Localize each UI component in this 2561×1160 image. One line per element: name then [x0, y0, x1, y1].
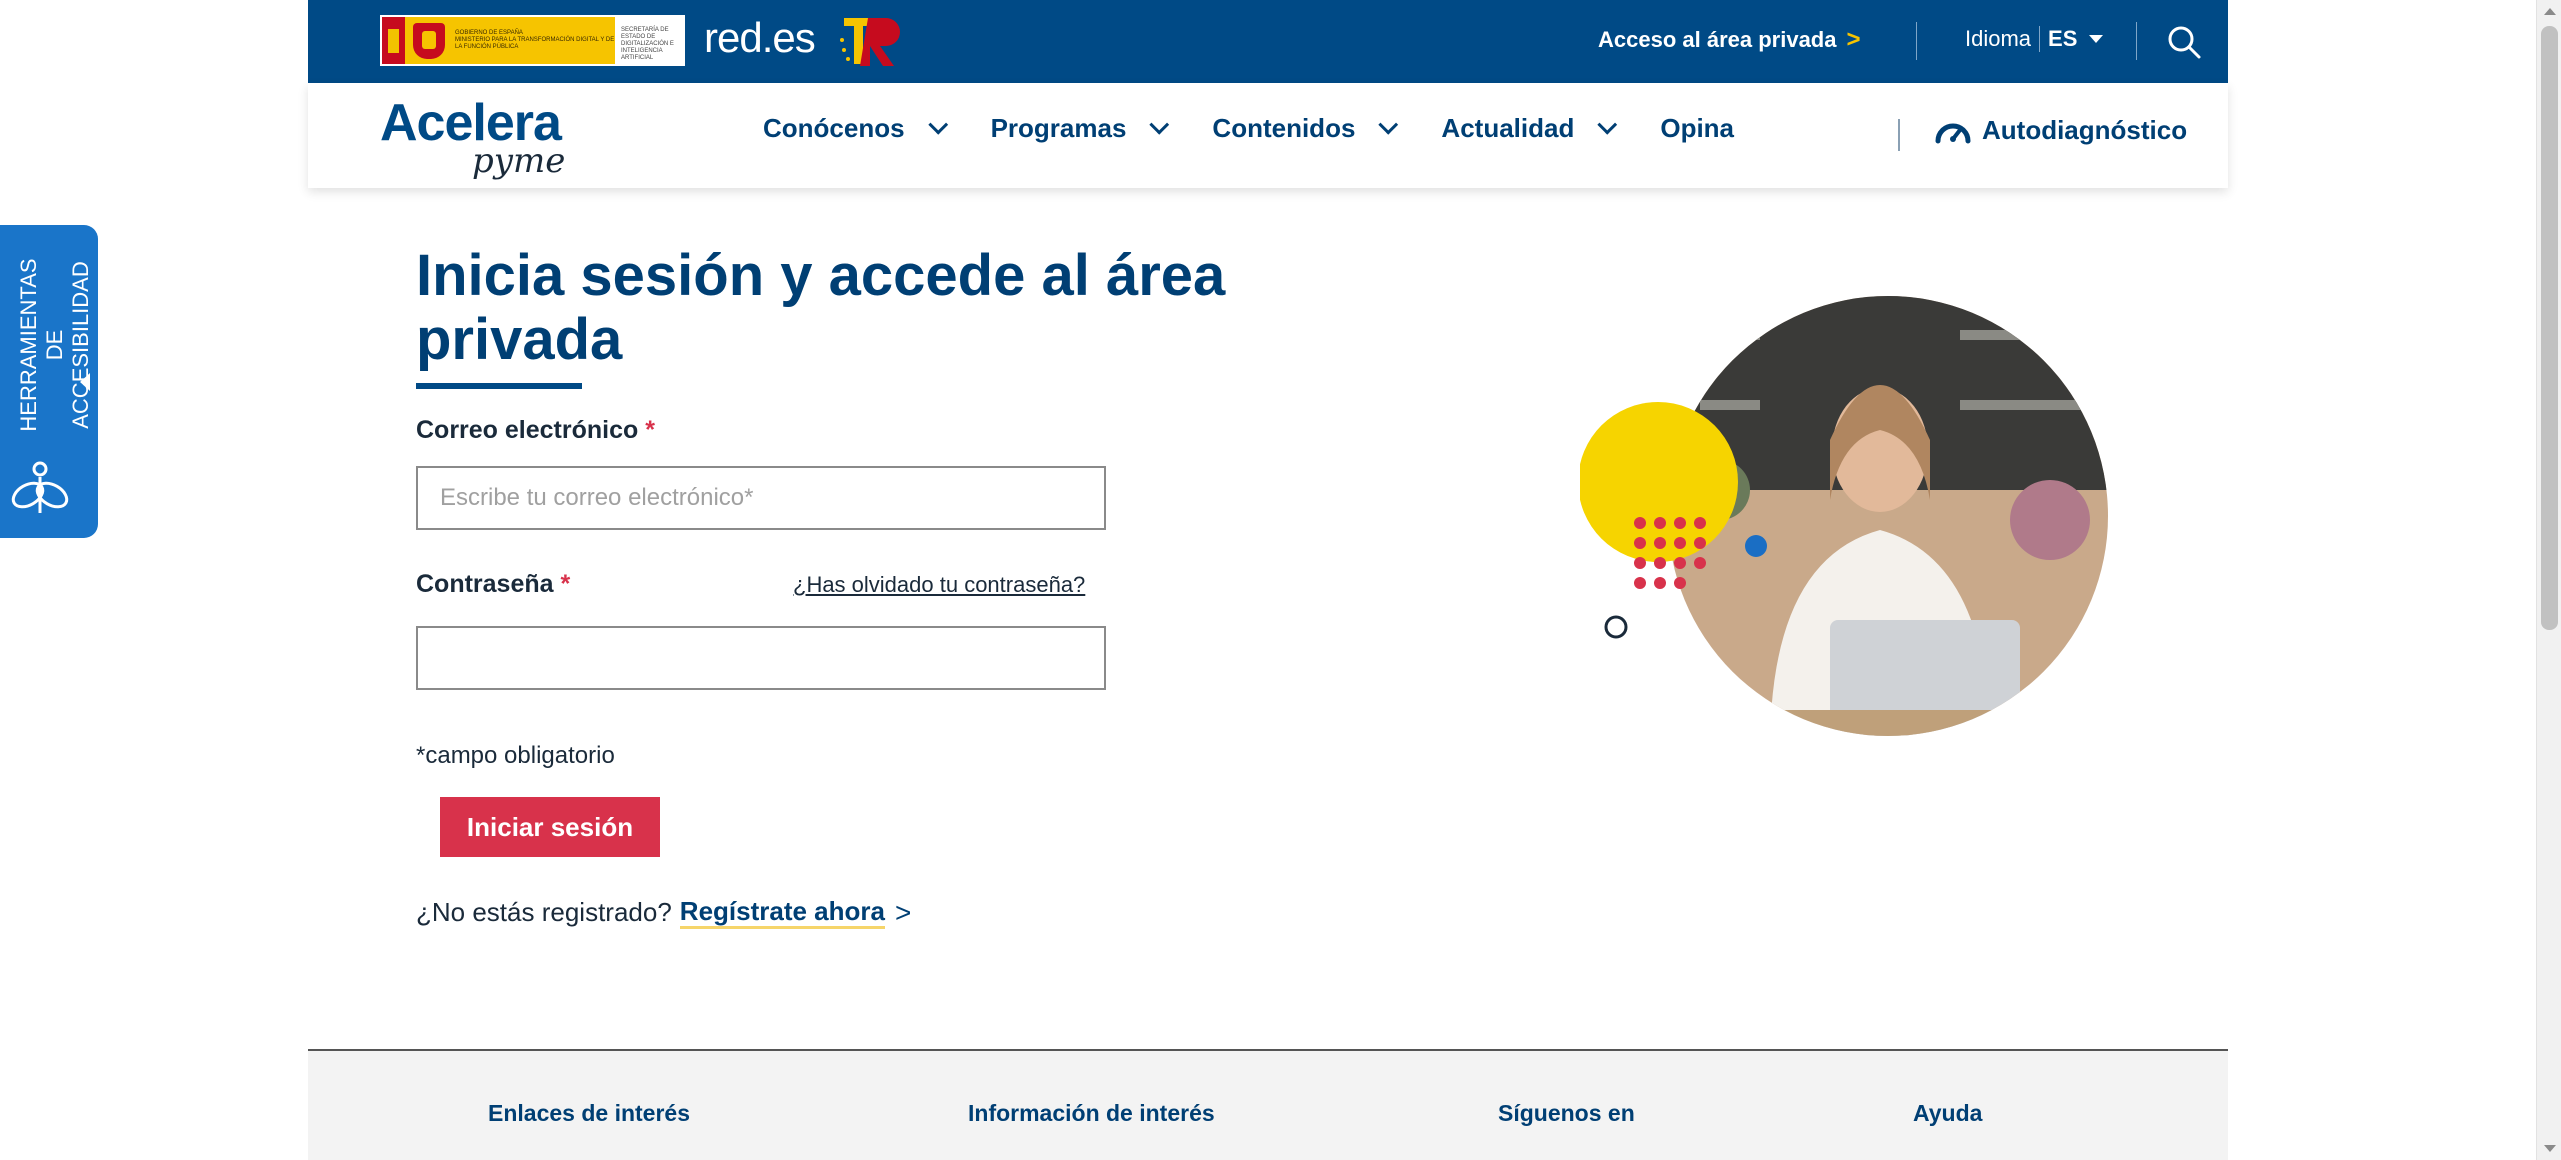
nav-item-label: Conócenos	[763, 113, 905, 143]
password-label: Contraseña *	[416, 570, 570, 599]
chevron-down-icon	[927, 114, 948, 135]
forgot-password-link[interactable]: ¿Has olvidado tu contraseña?	[793, 572, 1085, 598]
footer-heading-info[interactable]: Información de interés	[968, 1100, 1215, 1127]
scroll-up-icon[interactable]	[2544, 8, 2556, 15]
chevron-down-icon	[1378, 114, 1399, 135]
accessibility-label: HERRAMIENTAS DE ACCESIBILIDAD	[16, 245, 94, 445]
divider	[1898, 119, 1900, 151]
email-label: Correo electrónico *	[416, 416, 655, 445]
recovery-plan-logo[interactable]	[836, 12, 904, 70]
coat-of-arms-icon	[413, 23, 445, 59]
chevron-down-icon	[1597, 114, 1618, 135]
gauge-icon	[1935, 123, 1971, 143]
nav-item-actualidad[interactable]: Actualidad	[1441, 113, 1618, 144]
title-underline	[416, 383, 582, 389]
eu-flag-stripe	[382, 17, 405, 64]
footer-heading-help[interactable]: Ayuda	[1913, 1100, 1982, 1127]
nav-item-label: Contenidos	[1212, 113, 1356, 143]
required-mark: *	[560, 570, 571, 598]
scrollbar-thumb[interactable]	[2541, 26, 2558, 630]
chevron-down-icon	[1149, 114, 1170, 135]
required-note: *campo obligatorio	[416, 742, 615, 769]
language-selector[interactable]: Idioma ES	[1965, 26, 2104, 52]
vertical-scrollbar[interactable]	[2536, 0, 2561, 1160]
divider	[2136, 22, 2137, 60]
gov-logo-text: GOBIERNO DE ESPAÑA	[455, 30, 523, 36]
required-mark: *	[645, 416, 655, 444]
register-prompt-text: ¿No estás registrado?	[416, 897, 672, 927]
private-area-link[interactable]: Acceso al área privada >	[1598, 26, 1861, 54]
chevron-right-icon: >	[894, 896, 912, 928]
password-field[interactable]	[416, 626, 1106, 690]
footer-heading-links[interactable]: Enlaces de interés	[488, 1100, 690, 1127]
acelera-pyme-logo[interactable]: Acelera pyme	[380, 97, 565, 181]
private-area-label: Acceso al área privada	[1598, 27, 1837, 52]
search-icon[interactable]	[2166, 24, 2202, 60]
accessibility-label-line1: HERRAMIENTAS DE	[16, 258, 67, 432]
top-bar: GOBIERNO DE ESPAÑA MINISTERIO PARA LA TR…	[308, 0, 2228, 83]
government-logo[interactable]: GOBIERNO DE ESPAÑA MINISTERIO PARA LA TR…	[380, 15, 685, 66]
autodiagnostico-label: Autodiagnóstico	[1982, 115, 2188, 145]
scroll-down-icon[interactable]	[2544, 1145, 2556, 1152]
menu: Conócenos Programas Contenidos Actualida…	[763, 113, 1784, 144]
email-field[interactable]	[416, 466, 1106, 530]
nav-item-conocenos[interactable]: Conócenos	[763, 113, 948, 144]
nav-item-opina[interactable]: Opina	[1660, 113, 1734, 144]
chevron-right-icon: >	[1846, 26, 1861, 53]
divider	[1916, 22, 1917, 60]
brand-secondary: pyme	[472, 141, 566, 181]
accessibility-tools-tab[interactable]: HERRAMIENTAS DE ACCESIBILIDAD	[0, 225, 98, 538]
language-value: ES	[2048, 26, 2078, 51]
woman-at-laptop-photo	[1668, 296, 2108, 736]
page-title: Inicia sesión y accede al área privada	[416, 243, 1226, 372]
footer-heading-social[interactable]: Síguenos en	[1498, 1100, 1635, 1127]
nav-item-contenidos[interactable]: Contenidos	[1212, 113, 1399, 144]
ring-decoration	[1604, 615, 1628, 639]
nav-item-programas[interactable]: Programas	[990, 113, 1170, 144]
password-label-text: Contraseña	[416, 570, 554, 598]
nav-item-label: Actualidad	[1441, 113, 1575, 143]
register-prompt: ¿No estás registrado? Regístrate ahora >	[416, 896, 911, 929]
accessibility-icon	[11, 461, 69, 513]
caret-down-icon	[2089, 35, 2104, 43]
register-link[interactable]: Regístrate ahora	[679, 896, 885, 929]
nav-item-label: Opina	[1660, 113, 1735, 143]
accessibility-label-line2: ACCESIBILIDAD	[68, 261, 93, 429]
hero-illustration	[1580, 296, 2108, 736]
email-label-text: Correo electrónico	[416, 416, 639, 444]
nav-item-label: Programas	[990, 113, 1127, 143]
caret-left-icon	[80, 373, 90, 391]
blue-dot-decoration	[1745, 535, 1767, 557]
main-navigation: Acelera pyme Conócenos Programas Conteni…	[308, 83, 2228, 188]
redes-logo[interactable]: red.es	[704, 14, 816, 62]
autodiagnostico-link[interactable]: Autodiagnóstico	[1934, 115, 2187, 146]
footer: Enlaces de interés Información de interé…	[308, 1051, 2228, 1160]
ministry-logo-text: MINISTERIO PARA LA TRANSFORMACIÓN DIGITA…	[455, 37, 615, 50]
language-label: Idioma	[1965, 26, 2041, 52]
secretariat-logo-text: SECRETARÍA DE ESTADO DE DIGITALIZACIÓN E…	[621, 27, 674, 61]
login-button[interactable]: Iniciar sesión	[440, 797, 660, 857]
